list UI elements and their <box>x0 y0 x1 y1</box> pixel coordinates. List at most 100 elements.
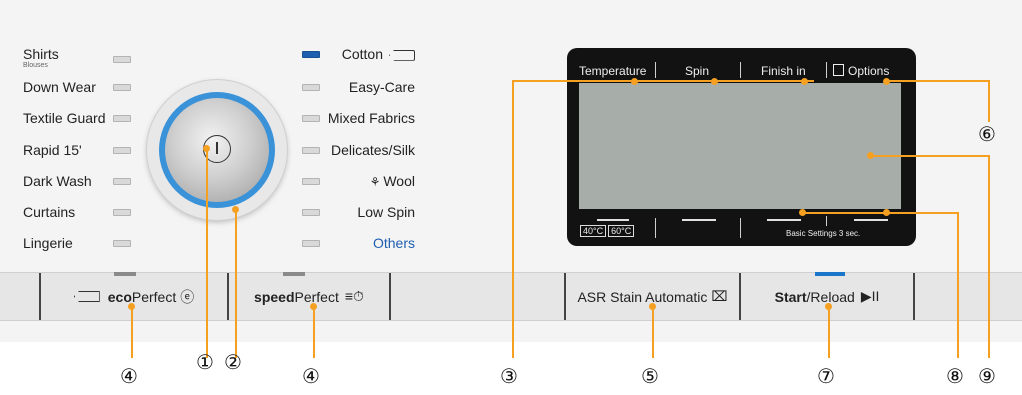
program-label: Easy-Care <box>348 79 415 95</box>
eco-e-icon: ⓔ <box>180 288 195 305</box>
program-cotton[interactable]: Cotton <box>325 46 415 62</box>
callout-line-2 <box>235 209 237 358</box>
callout-number-1: ① <box>196 352 214 374</box>
callout-line-8v <box>957 212 959 358</box>
callout-line-9v <box>988 155 990 358</box>
program-down-wear[interactable]: Down Wear <box>23 79 96 95</box>
callout-number-8: ⑧ <box>946 366 964 388</box>
program-label: Dark Wash <box>23 173 92 189</box>
program-easy-care[interactable]: Easy-Care <box>325 79 415 95</box>
led-low-spin <box>302 209 320 216</box>
callout-number-4a: ④ <box>120 366 138 388</box>
eco-bold-text: eco <box>107 288 132 305</box>
program-label: Cotton <box>341 46 383 62</box>
callout-number-4b: ④ <box>302 366 320 388</box>
callout-number-6: ⑥ <box>978 124 996 146</box>
program-dark-wash[interactable]: Dark Wash <box>23 173 92 189</box>
led-lingerie <box>113 240 131 247</box>
callout-line-6h <box>886 80 990 82</box>
stain-icon: ⌧ <box>711 288 728 304</box>
led-wool <box>302 178 320 185</box>
led-rapid-15 <box>113 147 131 154</box>
lcd-dash <box>597 219 629 221</box>
speed-perfect-button[interactable]: speed Perfect ≡⏱ <box>229 273 389 320</box>
stopwatch-icon: ≡⏱ <box>344 288 364 304</box>
program-label: Mixed Fabrics <box>327 110 415 126</box>
callout-dot-3b <box>711 78 718 85</box>
program-wool[interactable]: ⚘ Wool <box>325 173 415 189</box>
display-label-temperature[interactable]: Temperature <box>579 64 646 78</box>
lcd-screen <box>579 83 901 209</box>
display-label-options[interactable]: Options <box>833 64 889 78</box>
display-label-spin[interactable]: Spin <box>685 64 709 78</box>
display-label-finish-in[interactable]: Finish in <box>761 64 806 78</box>
callout-line-4b <box>313 306 315 358</box>
eco-rest-text: Perfect <box>131 288 177 305</box>
start-reload-button[interactable]: Start/Reload ▶II <box>741 273 913 320</box>
callout-number-5: ⑤ <box>641 366 659 388</box>
program-curtains[interactable]: Curtains <box>23 204 75 220</box>
label-text: Basic Settings 3 sec. <box>786 229 861 238</box>
callout-line-5 <box>652 306 654 358</box>
led-shirts <box>113 56 131 63</box>
program-label: Low Spin <box>357 204 415 220</box>
led-curtains <box>113 209 131 216</box>
program-label: Others <box>372 235 415 251</box>
callout-dot-3a <box>631 78 638 85</box>
program-label: Down Wear <box>23 79 96 95</box>
label-text: Temperature <box>579 64 647 78</box>
program-others[interactable]: Others <box>325 235 415 251</box>
display-separator <box>655 218 656 238</box>
eco-perfect-button[interactable]: eco Perfect ⓔ <box>41 273 227 320</box>
callout-number-3: ③ <box>500 366 518 388</box>
cotton-basket-icon <box>389 49 415 61</box>
callout-dot-8b <box>883 209 890 216</box>
program-mixed-fabrics[interactable]: Mixed Fabrics <box>320 110 415 126</box>
display-separator <box>740 218 741 238</box>
power-icon-line <box>216 142 218 154</box>
program-delicates-silk[interactable]: Delicates/Silk <box>320 142 415 158</box>
led-textile-guard <box>113 115 131 122</box>
callout-line-9h <box>870 155 990 157</box>
callout-line-4a <box>131 306 133 358</box>
wool-hand-icon: ⚘ <box>369 175 381 189</box>
led-down-wear <box>113 84 131 91</box>
led-others <box>302 240 320 247</box>
program-label: Curtains <box>23 204 76 220</box>
program-label: Wool <box>383 173 415 189</box>
menu-list-icon <box>833 64 844 76</box>
lcd-dash <box>682 219 716 221</box>
label-text: Finish in <box>761 64 806 78</box>
eco-tag-icon <box>73 291 100 302</box>
temp-buttons[interactable]: 40°C 60°C <box>580 225 636 237</box>
label-text: Options <box>848 64 890 78</box>
callout-line-8h <box>802 212 959 214</box>
display-separator <box>740 62 741 78</box>
program-lingerie[interactable]: Lingerie <box>23 235 73 251</box>
led-easy-care <box>302 84 320 91</box>
callout-number-9: ⑨ <box>978 366 996 388</box>
display-separator <box>655 62 656 78</box>
program-low-spin[interactable]: Low Spin <box>325 204 415 220</box>
callout-line-7 <box>828 306 830 358</box>
led-mixed-fabrics <box>302 115 320 122</box>
start-bold-text: Start <box>774 288 807 305</box>
led-delicates-silk <box>302 147 320 154</box>
display-separator <box>826 216 827 226</box>
button-divider <box>913 273 915 320</box>
callout-line-3h <box>512 80 634 82</box>
lcd-dash <box>854 219 888 221</box>
callout-number-2: ② <box>224 352 242 374</box>
basic-settings-label: Basic Settings 3 sec. <box>786 229 860 238</box>
program-textile-guard[interactable]: Textile Guard <box>23 110 105 126</box>
speed-rest-text: Perfect <box>294 288 339 305</box>
label-text: Spin <box>685 64 710 78</box>
reload-text: /Reload <box>806 288 855 305</box>
display-separator <box>826 62 827 78</box>
program-shirts[interactable]: Shirts Blouses <box>23 46 59 69</box>
program-label: Delicates/Silk <box>330 142 415 158</box>
program-label: Shirts <box>23 46 59 62</box>
program-rapid-15[interactable]: Rapid 15' <box>23 142 82 158</box>
temp-60-label: 60°C <box>608 225 635 237</box>
callout-line-3v <box>512 80 514 358</box>
